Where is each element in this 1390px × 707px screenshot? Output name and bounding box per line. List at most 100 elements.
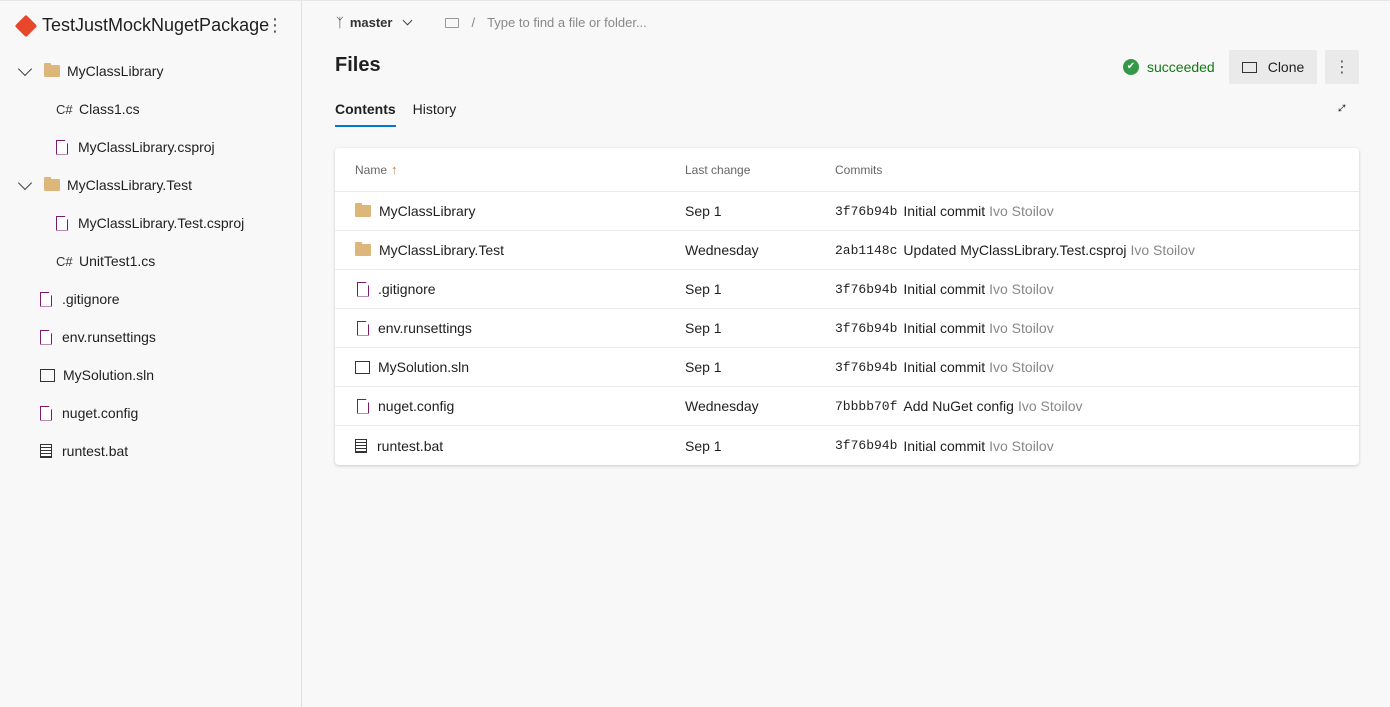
- tree-item[interactable]: MySolution.sln: [40, 365, 154, 385]
- commit-author: Ivo Stoilov: [989, 281, 1054, 297]
- check-circle-icon: ✔: [1123, 59, 1139, 75]
- tree-item[interactable]: C# UnitTest1.cs: [56, 251, 155, 271]
- git-repo-icon: [14, 14, 38, 37]
- last-change-cell: Sep 1: [685, 359, 722, 375]
- file-name-link[interactable]: nuget.config: [378, 398, 454, 414]
- table-row[interactable]: MySolution.sln Sep 1 3f76b94b Initial com…: [335, 348, 1359, 387]
- table-row[interactable]: MyClassLibrary.Test Wednesday 2ab1148c Up…: [335, 231, 1359, 270]
- commit-hash-link[interactable]: 3f76b94b: [835, 321, 897, 336]
- tree-item[interactable]: env.runsettings: [40, 327, 156, 347]
- file-name-link[interactable]: MyClassLibrary.Test: [379, 242, 504, 258]
- commit-author: Ivo Stoilov: [989, 437, 1054, 454]
- commit-cell: 3f76b94b Initial commit Ivo Stoilov: [835, 203, 1359, 219]
- commit-message: Updated MyClassLibrary.Test.csproj: [903, 242, 1127, 258]
- tree-item[interactable]: MyClassLibrary: [17, 61, 164, 81]
- build-status[interactable]: ✔ succeeded: [1123, 59, 1215, 75]
- table-row[interactable]: MyClassLibrary Sep 1 3f76b94b Initial com…: [335, 192, 1359, 231]
- top-bar: ᛉ master / Type to find a file or folder…: [336, 15, 647, 30]
- file-name-link[interactable]: MyClassLibrary: [379, 203, 475, 219]
- path-search-input[interactable]: Type to find a file or folder...: [487, 15, 647, 30]
- commit-message: Initial commit: [903, 281, 986, 297]
- tree-item[interactable]: MyClassLibrary.csproj: [56, 137, 215, 157]
- more-actions-button[interactable]: ⋮: [1325, 50, 1359, 84]
- file-icon: [56, 215, 68, 231]
- table-row[interactable]: nuget.config Wednesday 7bbbb70f Add NuGet…: [335, 387, 1359, 426]
- page-title: Files: [335, 54, 381, 76]
- commit-hash-link[interactable]: 7bbbb70f: [835, 399, 897, 414]
- tree-item[interactable]: MyClassLibrary.Test: [17, 175, 192, 195]
- tree-item[interactable]: C# Class1.cs: [56, 99, 140, 119]
- branch-selector[interactable]: ᛉ master: [336, 15, 423, 30]
- commit-hash-link[interactable]: 2ab1148c: [835, 243, 897, 258]
- folder-icon: [44, 177, 60, 191]
- tab-contents[interactable]: Contents: [335, 101, 396, 127]
- commit-cell: 7bbbb70f Add NuGet config Ivo Stoilov: [835, 398, 1359, 414]
- commit-hash-link[interactable]: 3f76b94b: [835, 282, 897, 297]
- folder-icon: [355, 242, 371, 256]
- sidebar: TestJustMockNugetPackage ⋮ MyClassLibrar…: [0, 1, 302, 707]
- last-change-cell: Sep 1: [685, 320, 722, 336]
- column-name[interactable]: Name ↑: [335, 162, 685, 177]
- commit-author: Ivo Stoilov: [1017, 398, 1083, 414]
- tree-item-label: MyClassLibrary: [67, 63, 164, 79]
- commit-cell: 3f76b94b Initial commit Ivo Stoilov: [835, 320, 1359, 336]
- commit-author: Ivo Stoilov: [989, 203, 1054, 219]
- column-commits: Commits: [835, 162, 883, 177]
- file-name-link[interactable]: MySolution.sln: [378, 359, 469, 375]
- commit-hash-link[interactable]: 3f76b94b: [835, 438, 897, 453]
- last-change-cell: Sep 1: [685, 437, 722, 454]
- tree-item-label: MyClassLibrary.Test.csproj: [78, 215, 245, 231]
- table-row[interactable]: runtest.bat Sep 1 3f76b94b Initial commit…: [335, 426, 1359, 465]
- clone-monitor-icon: [1241, 61, 1257, 73]
- branch-icon: ᛉ: [336, 15, 344, 30]
- last-change-cell: Wednesday: [685, 398, 759, 414]
- tree-item-label: runtest.bat: [62, 443, 129, 459]
- files-table: Name ↑ Last change Commits MyClassLibrary…: [335, 148, 1359, 465]
- tab-history[interactable]: History: [413, 101, 457, 127]
- repo-name: TestJustMockNugetPackage: [42, 15, 270, 35]
- table-row[interactable]: env.runsettings Sep 1 3f76b94b Initial co…: [335, 309, 1359, 348]
- commit-message: Initial commit: [903, 437, 986, 454]
- expand-icon[interactable]: ↔: [1329, 95, 1353, 119]
- file-icon: [357, 281, 369, 297]
- commit-message: Initial commit: [903, 203, 986, 219]
- script-icon: [40, 444, 52, 458]
- table-row[interactable]: .gitignore Sep 1 3f76b94b Initial commit I…: [335, 270, 1359, 309]
- name-cell: MyClassLibrary.Test: [335, 242, 685, 258]
- table-header: Name ↑ Last change Commits: [335, 148, 1359, 192]
- tree-item-label: env.runsettings: [62, 329, 156, 345]
- clone-button[interactable]: Clone: [1229, 50, 1317, 84]
- repo-header[interactable]: TestJustMockNugetPackage: [14, 14, 270, 37]
- tree-item-label: MyClassLibrary.Test: [67, 177, 192, 193]
- commit-author: Ivo Stoilov: [989, 359, 1054, 375]
- name-cell: runtest.bat: [335, 438, 685, 454]
- tree-item[interactable]: .gitignore: [40, 289, 120, 309]
- name-cell: env.runsettings: [335, 320, 685, 336]
- last-change-cell: Sep 1: [685, 281, 722, 297]
- file-icon: [56, 139, 68, 155]
- file-icon: [40, 329, 52, 345]
- name-cell: MySolution.sln: [335, 359, 685, 375]
- commit-author: Ivo Stoilov: [1130, 242, 1196, 258]
- csharp-icon: C#: [56, 101, 73, 117]
- solution-icon: [40, 368, 55, 382]
- commit-cell: 3f76b94b Initial commit Ivo Stoilov: [835, 359, 1359, 375]
- last-change-cell: Sep 1: [685, 203, 722, 219]
- commit-hash-link[interactable]: 3f76b94b: [835, 204, 897, 219]
- solution-icon: [355, 360, 370, 374]
- file-name-link[interactable]: env.runsettings: [378, 320, 472, 336]
- tree-item-label: MySolution.sln: [63, 367, 155, 383]
- tabs: Contents History: [335, 101, 473, 127]
- chevron-down-icon[interactable]: [17, 61, 33, 76]
- tree-item[interactable]: runtest.bat: [40, 441, 128, 461]
- commit-hash-link[interactable]: 3f76b94b: [835, 360, 897, 375]
- chevron-down-icon[interactable]: [17, 175, 33, 190]
- tree-item[interactable]: MyClassLibrary.Test.csproj: [56, 213, 244, 233]
- repo-more-button[interactable]: ⋮: [266, 15, 284, 36]
- file-icon: [357, 398, 369, 414]
- csharp-icon: C#: [56, 253, 73, 269]
- tree-item-label: .gitignore: [62, 291, 120, 307]
- tree-item[interactable]: nuget.config: [40, 403, 138, 423]
- file-name-link[interactable]: .gitignore: [378, 281, 436, 297]
- file-name-link[interactable]: runtest.bat: [377, 438, 443, 454]
